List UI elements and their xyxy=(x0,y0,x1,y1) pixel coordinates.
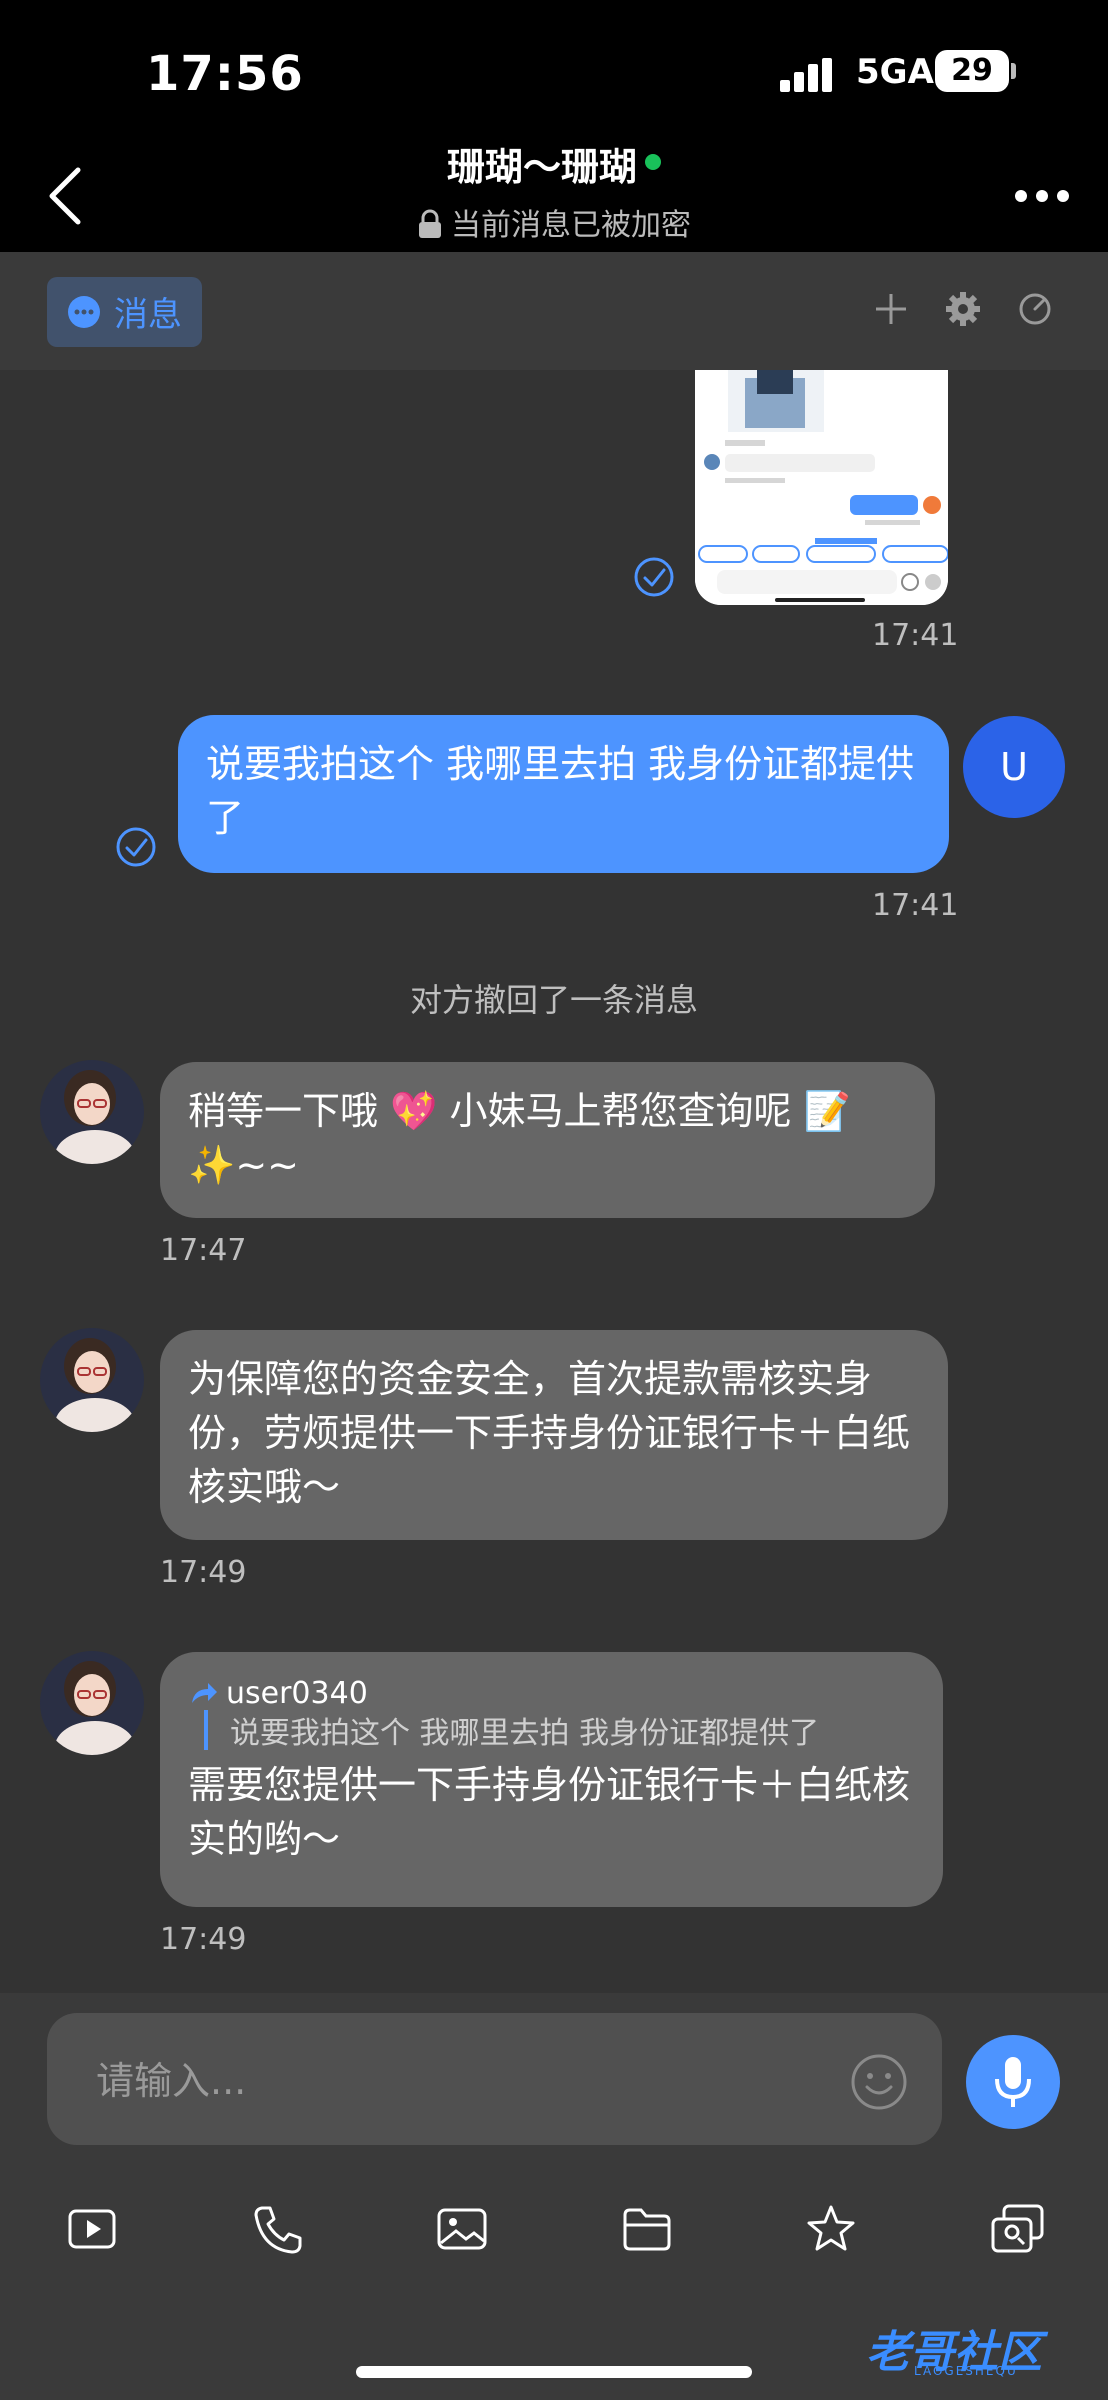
message-input-placeholder: 请输入... xyxy=(96,2059,247,2103)
received-text-bubble[interactable]: 为保障您的资金安全，首次提款需核实身份，劳烦提供一下手持身份证银行卡＋白纸核实哦… xyxy=(160,1330,948,1540)
image-icon[interactable] xyxy=(436,2203,488,2255)
chat-title: 珊瑚～珊瑚 xyxy=(446,145,637,189)
video-icon[interactable] xyxy=(67,2203,119,2255)
emoji-icon[interactable] xyxy=(850,2053,908,2111)
phone-icon[interactable] xyxy=(252,2203,304,2255)
battery-tip xyxy=(1011,63,1016,79)
tab-messages-label: 消息 xyxy=(114,295,182,335)
online-status-dot xyxy=(645,153,661,170)
quote-text: 说要我拍这个 我哪里去拍 我身份证都提供了 xyxy=(230,1716,820,1751)
message-timestamp: 17:41 xyxy=(872,888,959,923)
message-timestamp: 17:47 xyxy=(160,1233,247,1268)
message-text-line: 稍等一下哦 💖 小妹马上帮您查询呢 📝 xyxy=(188,1089,851,1133)
message-text-line: ✨~~ xyxy=(188,1143,299,1187)
message-timestamp: 17:41 xyxy=(872,618,959,653)
quote-author: user0340 xyxy=(226,1676,368,1711)
encryption-notice: 当前消息已被加密 xyxy=(0,200,1108,244)
microphone-icon xyxy=(995,2057,1031,2107)
message-timestamp: 17:49 xyxy=(160,1555,247,1590)
watermark-subtitle: LAOGESHEQU xyxy=(914,2364,1018,2378)
lock-icon xyxy=(419,209,441,238)
read-check-icon xyxy=(634,557,674,597)
gear-icon[interactable] xyxy=(944,290,982,328)
recall-notice: 对方撤回了一条消息 xyxy=(409,981,698,1019)
chat-screenshot-thumbnail xyxy=(695,370,948,605)
more-options-icon[interactable] xyxy=(1014,188,1070,204)
folder-icon[interactable] xyxy=(621,2203,673,2255)
quote-header: user0340 xyxy=(188,1670,915,1711)
contact-avatar[interactable] xyxy=(40,1328,144,1432)
received-text-bubble[interactable]: 稍等一下哦 💖 小妹马上帮您查询呢 📝 ✨~~ xyxy=(160,1062,935,1218)
chat-title-row: 珊瑚～珊瑚 xyxy=(0,136,1108,191)
message-timestamp: 17:49 xyxy=(160,1922,247,1957)
status-time: 17:56 xyxy=(146,46,304,102)
contact-avatar[interactable] xyxy=(40,1060,144,1164)
contact-avatar[interactable] xyxy=(40,1651,144,1755)
user-avatar[interactable]: U xyxy=(963,716,1065,818)
add-icon[interactable] xyxy=(872,290,910,328)
contact-card-icon[interactable] xyxy=(990,2203,1046,2259)
signal-icon xyxy=(780,58,832,92)
sent-image-message[interactable] xyxy=(695,370,948,605)
home-indicator[interactable] xyxy=(356,2366,752,2378)
reply-text: 需要您提供一下手持身份证银行卡＋白纸核实的哟～ xyxy=(188,1763,911,1861)
chat-bubble-icon xyxy=(68,296,100,328)
quote-block: 说要我拍这个 我哪里去拍 我身份证都提供了 xyxy=(204,1710,915,1751)
battery-level: 29 xyxy=(935,50,1009,92)
voice-button[interactable] xyxy=(966,2035,1060,2129)
speed-gauge-icon[interactable] xyxy=(1016,290,1054,328)
network-type: 5GA xyxy=(856,52,934,92)
sent-text-bubble[interactable]: 说要我拍这个 我哪里去拍 我身份证都提供了 xyxy=(178,715,949,873)
received-reply-bubble[interactable]: user0340 说要我拍这个 我哪里去拍 我身份证都提供了 需要您提供一下手持… xyxy=(160,1652,943,1907)
star-icon[interactable] xyxy=(805,2203,857,2255)
read-check-icon xyxy=(116,827,156,867)
reply-arrow-icon xyxy=(192,1683,217,1703)
encryption-text: 当前消息已被加密 xyxy=(451,208,691,243)
